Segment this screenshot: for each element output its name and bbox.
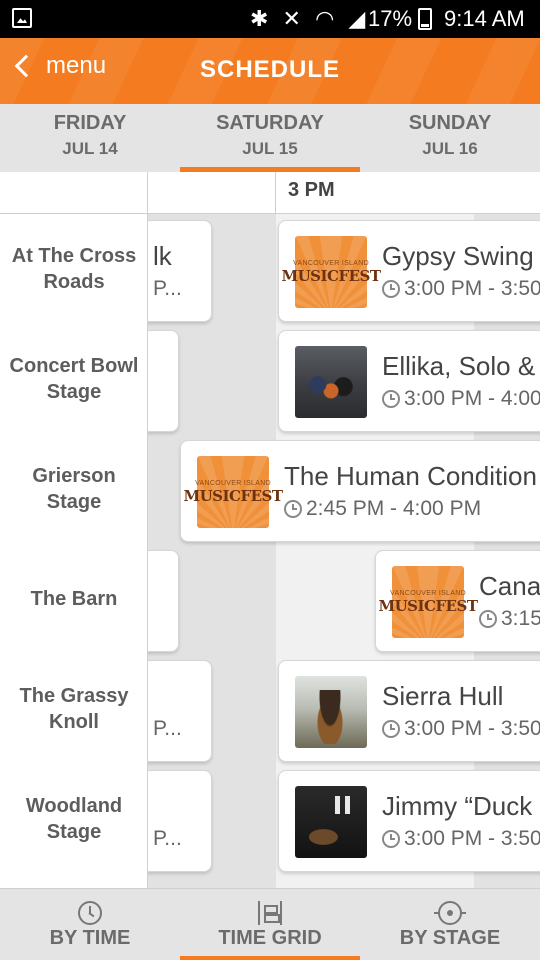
clock-icon	[382, 280, 400, 298]
artist-photo	[295, 346, 367, 418]
grid-icon	[258, 901, 282, 925]
clock-icon	[78, 901, 102, 925]
event-time: 3:00 PM - 3:50	[404, 827, 540, 850]
event-card[interactable]: VANCOUVER ISLAND MUSICFEST The Human Con…	[180, 440, 540, 542]
artist-photo	[295, 786, 367, 858]
status-icons: ✱ ✕ ◠ ◢	[250, 6, 370, 31]
musicfest-logo-image: VANCOUVER ISLAND MUSICFEST	[281, 236, 381, 308]
musicfest-logo-image: VANCOUVER ISLAND MUSICFEST	[183, 456, 283, 528]
event-time-fragment: P...	[153, 717, 182, 740]
bottom-nav: BY TIME TIME GRID BY STAGE	[0, 888, 540, 960]
divider	[147, 172, 148, 214]
tab-friday[interactable]: FRIDAY JUL 14	[0, 104, 180, 172]
battery-percent: 17%	[368, 6, 413, 31]
artist-photo	[295, 676, 367, 748]
tab-date: JUL 16	[422, 139, 478, 158]
stage-label[interactable]: Woodland Stage	[0, 764, 148, 874]
event-title: Sierra Hull	[382, 681, 504, 711]
logo-text: MUSICFEST	[183, 486, 283, 505]
stage-column: At The Cross Roads Concert Bowl Stage Gr…	[0, 214, 148, 888]
nav-time-grid[interactable]: TIME GRID	[180, 889, 360, 960]
stage-label[interactable]: At The Cross Roads	[0, 214, 148, 324]
clock-icon	[382, 390, 400, 408]
musicfest-logo-image: VANCOUVER ISLAND MUSICFEST	[378, 566, 478, 638]
tab-day: SATURDAY	[216, 112, 324, 134]
event-time: 3:00 PM - 3:50	[404, 277, 540, 300]
nav-label: BY TIME	[49, 927, 131, 949]
tab-date: JUL 14	[62, 139, 118, 158]
event-card-partial[interactable]: P...	[138, 770, 212, 872]
hour-label: 3 PM	[288, 179, 335, 201]
event-time: 2:45 PM - 4:00 PM	[306, 497, 482, 520]
tab-sunday[interactable]: SUNDAY JUL 16	[360, 104, 540, 172]
logo-subtext: VANCOUVER ISLAND	[390, 589, 466, 597]
event-title: Cana	[479, 571, 540, 601]
tab-day: SUNDAY	[408, 112, 492, 134]
event-card[interactable]: Sierra Hull 3:00 PM - 3:50	[278, 660, 540, 762]
event-card[interactable]: VANCOUVER ISLAND MUSICFEST Cana 3:15	[375, 550, 540, 652]
logo-text: MUSICFEST	[281, 266, 381, 285]
event-title: Gypsy Swing	[382, 241, 534, 271]
logo-text: MUSICFEST	[378, 596, 478, 615]
app-header: menu SCHEDULE	[0, 38, 540, 104]
event-title: Jimmy “Duck	[382, 791, 533, 821]
event-card[interactable]: Ellika, Solo & I 3:00 PM - 4:00	[278, 330, 540, 432]
stage-label[interactable]: Grierson Stage	[0, 434, 148, 544]
page-title: SCHEDULE	[199, 56, 340, 83]
event-title: Ellika, Solo & I	[382, 351, 540, 381]
tab-saturday[interactable]: SATURDAY JUL 15	[180, 104, 360, 172]
hour-header-row: 3 PM	[0, 172, 540, 214]
gallery-icon	[12, 8, 32, 28]
event-title: The Human Condition	[284, 461, 537, 491]
clock-time: 9:14 AM	[444, 6, 525, 31]
event-title-fragment: lk	[153, 241, 172, 271]
logo-subtext: VANCOUVER ISLAND	[195, 479, 271, 487]
nav-label: BY STAGE	[399, 927, 501, 949]
clock-icon	[284, 500, 302, 518]
nav-by-time[interactable]: BY TIME	[0, 889, 180, 960]
stage-label[interactable]: The Barn	[0, 544, 148, 654]
event-time: 3:00 PM - 4:00	[404, 387, 540, 410]
battery-icon	[418, 8, 432, 30]
clock-icon	[382, 830, 400, 848]
nav-label: TIME GRID	[218, 927, 322, 949]
tab-date: JUL 15	[242, 139, 298, 158]
target-icon	[434, 901, 466, 925]
day-tabs: FRIDAY JUL 14 SATURDAY JUL 15 SUNDAY JUL…	[0, 104, 540, 172]
event-card-partial[interactable]: lk P...	[138, 220, 212, 322]
event-card-partial[interactable]: P...	[138, 660, 212, 762]
clock-icon	[479, 610, 497, 628]
event-card[interactable]: VANCOUVER ISLAND MUSICFEST Gypsy Swing 3…	[278, 220, 540, 322]
event-card[interactable]: Jimmy “Duck 3:00 PM - 3:50	[278, 770, 540, 872]
event-time-fragment: P...	[153, 277, 182, 300]
clock-icon	[382, 720, 400, 738]
stage-label[interactable]: The Grassy Knoll	[0, 654, 148, 764]
stage-label[interactable]: Concert Bowl Stage	[0, 324, 148, 434]
nav-by-stage[interactable]: BY STAGE	[360, 889, 540, 960]
status-bar: ✱ ✕ ◠ ◢ 17% 9:14 AM	[0, 0, 540, 38]
event-time: 3:00 PM - 3:50	[404, 717, 540, 740]
logo-subtext: VANCOUVER ISLAND	[293, 259, 369, 267]
event-time: 3:15	[501, 607, 540, 630]
divider	[275, 172, 276, 214]
event-time-fragment: P...	[153, 827, 182, 850]
time-grid[interactable]: 3 PM At The Cross Roads Concert Bowl Sta…	[0, 172, 540, 888]
tab-day: FRIDAY	[53, 112, 127, 134]
active-nav-indicator	[180, 956, 360, 960]
